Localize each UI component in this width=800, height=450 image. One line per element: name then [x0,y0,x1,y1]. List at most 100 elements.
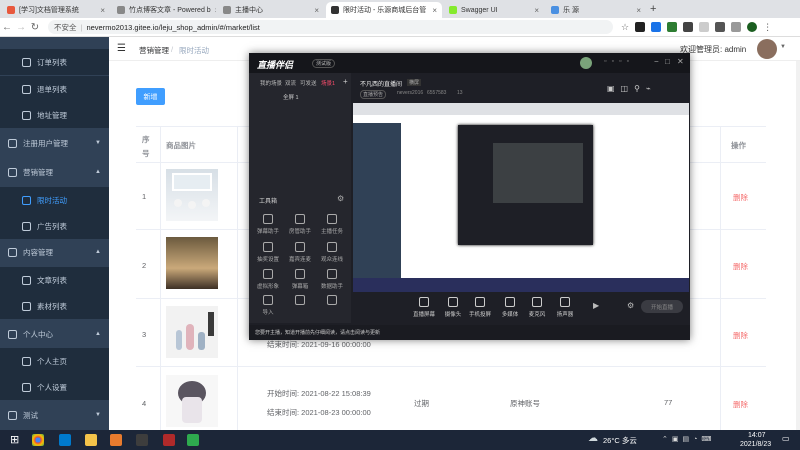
browser-tab[interactable]: 限时活动 - 乐源商城后台管 × [326,2,442,18]
toolbox-item[interactable]: 抽奖设置 [253,242,283,263]
browser-tab[interactable]: 主播中心 × [218,2,324,18]
breadcrumb-item[interactable]: 营销管理 [139,45,169,56]
sidebar-item[interactable]: 退单列表 [0,76,109,102]
delete-button[interactable]: 删除 [733,261,748,272]
header-tool-icons[interactable]: ▣◫⚲⌁ [607,84,657,93]
sidebar-item[interactable]: 素材列表 [0,293,109,319]
app-icon[interactable] [136,434,148,446]
toolbox-item[interactable]: 主播任务 [317,214,347,235]
scene-tab[interactable]: 可发送 [300,79,317,87]
toolbox-item[interactable]: 导入 [253,295,283,316]
toolbox-item[interactable]: 房管助手 [285,214,315,235]
chrome-icon[interactable] [32,434,44,446]
clock-date[interactable]: 2021/8/23 [740,441,771,448]
toolbox-item[interactable]: 弹幕助手 [253,214,283,235]
extension-icon[interactable] [699,22,710,32]
scene-tab[interactable]: 双流 [285,79,296,87]
tab-close-icon[interactable]: × [530,6,539,15]
browser-tab[interactable]: 乐 源 × [546,2,646,18]
app-icon[interactable] [163,434,175,446]
avatar[interactable] [757,39,777,59]
scrollbar[interactable] [796,61,800,430]
toolbox-item[interactable]: 虚拟形象 [253,269,283,290]
bottom-tool-button[interactable]: 直播屏幕 [409,297,439,318]
tab-close-icon[interactable]: × [310,6,319,15]
tray-icons[interactable]: ⌃▣▤◔⌨ [662,435,715,443]
clock-time[interactable]: 14:07 [748,432,766,439]
settings-icon[interactable]: ⚙ [337,194,344,203]
profile-avatar[interactable] [747,22,758,32]
scene-tab[interactable]: 我的场景 [260,79,282,87]
browser-tab[interactable]: [学习]文档管理系统 × [2,2,110,18]
room-meta-tag[interactable]: 直播预告 [360,90,387,99]
toolbox-item[interactable] [285,295,315,308]
extension-icon[interactable] [715,22,726,32]
sidebar-item[interactable]: 订单列表 [0,49,109,75]
toolbox-item[interactable]: 弹幕箱 [285,269,315,290]
tab-close-icon[interactable]: × [632,6,641,15]
toolbox-item[interactable]: 观众连线 [317,242,347,263]
sidebar-item[interactable]: 广告列表 [0,213,109,239]
sidebar-item[interactable]: 文章列表 [0,267,109,293]
star-icon[interactable]: ☆ [621,22,629,33]
weather-icon[interactable]: ☁ [588,433,598,444]
scene-label[interactable]: 全屏 1 [283,93,299,101]
url-input[interactable]: 不安全 | nevermo2013.gitee.io/leju_shop_adm… [48,20,613,34]
security-warning[interactable]: 不安全 [54,22,77,33]
sidebar-item[interactable]: 个人主页 [0,348,109,374]
hamburger-icon[interactable]: ☰ [117,43,126,54]
app-icon[interactable] [110,434,122,446]
extension-icon[interactable] [651,22,662,32]
vscode-icon[interactable] [59,434,71,446]
user-avatar[interactable] [580,57,592,69]
extension-icon[interactable] [635,22,646,32]
bottom-tool-button[interactable]: 多媒体 [495,297,525,318]
new-tab-icon[interactable]: + [650,3,656,15]
windows-start-icon[interactable]: ⊞ [10,433,19,446]
browser-tab[interactable]: 竹点博客文章 - Powered b× [112,2,216,18]
delete-button[interactable]: 删除 [733,399,748,410]
delete-button[interactable]: 删除 [733,330,748,341]
bottom-tool-button[interactable]: 麦克风 [522,297,552,318]
tab-close-icon[interactable]: × [96,6,105,15]
toolbox-item[interactable] [317,295,347,308]
add-button[interactable]: 新增 [136,88,165,105]
close-icon[interactable]: ✕ [677,57,684,66]
extensions-puzzle-icon[interactable] [731,22,742,32]
add-icon[interactable]: + [343,77,348,86]
bottom-tool-button[interactable]: 摄像头 [438,297,468,318]
sidebar-item[interactable]: 个人中心 ▲ [0,321,109,347]
settings-icon[interactable]: ⚙ [627,301,634,310]
sidebar-item[interactable]: 内容管理 ▲ [0,239,109,265]
start-live-button[interactable]: 开始直播 [641,300,683,313]
delete-button[interactable]: 删除 [733,192,748,203]
notice-text[interactable]: 您要开主播，知道开播前先仔细阅读，请点击阅读与更新 [255,329,380,336]
toolbox-item[interactable]: 嘉宾连麦 [285,242,315,263]
tab-close-icon[interactable]: × [428,6,437,15]
back-icon[interactable]: ← [0,22,14,33]
forward-icon[interactable]: → [14,22,28,33]
reload-icon[interactable]: ↻ [28,22,42,33]
browser-tab[interactable]: Swagger UI × [444,2,544,18]
bottom-tool-button[interactable]: 扬声器 [550,297,580,318]
window-icons[interactable]: ▫▫▫▫ [604,58,634,65]
toolbox-item[interactable]: 数据助手 [317,269,347,290]
extension-icon[interactable] [667,22,678,32]
chevron-down-icon[interactable]: ▼ [780,44,786,50]
file-explorer-icon[interactable] [85,434,97,446]
bottom-tool-button[interactable]: 手机投屏 [465,297,495,318]
sidebar-item[interactable]: 地址管理 [0,102,109,128]
scene-tab[interactable]: 场景1 [321,79,335,87]
extension-icon[interactable] [683,22,694,32]
weather-text[interactable]: 26°C 多云 [603,435,637,446]
hbuilder-icon[interactable] [187,434,199,446]
minimize-icon[interactable]: − [654,57,659,66]
sidebar-item[interactable]: 注册用户管理 ▼ [0,130,109,156]
sidebar-item[interactable]: 测试 ▼ [0,402,109,428]
sidebar-item[interactable]: 个人设置 [0,374,109,400]
notification-icon[interactable]: ▭ [782,434,790,443]
camera-icon[interactable]: ▶ [593,301,599,310]
maximize-icon[interactable]: □ [665,57,670,66]
sidebar-item[interactable]: 限时活动 [0,187,109,213]
tab-close-icon[interactable]: × [211,6,216,15]
